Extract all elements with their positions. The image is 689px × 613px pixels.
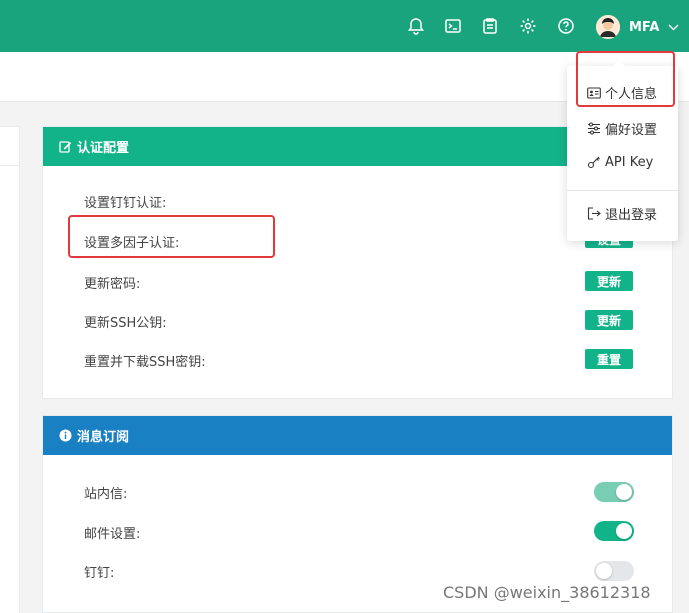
watermark: CSDN @weixin_38612318 [443, 583, 651, 602]
inbox-toggle[interactable] [594, 482, 634, 502]
avatar [596, 15, 620, 39]
left-panel-body [0, 166, 20, 613]
update-ssh-key-button[interactable]: 更新 [585, 310, 633, 330]
menu-item-logout[interactable]: 退出登录 [587, 204, 657, 223]
gear-icon[interactable] [518, 16, 538, 36]
menu-item-preferences[interactable]: 偏好设置 [587, 119, 657, 138]
subscription-header: 消息订阅 [43, 416, 672, 455]
bell-icon[interactable] [406, 16, 426, 36]
left-panel-edge [0, 126, 20, 166]
chevron-down-icon [668, 20, 679, 35]
terminal-icon[interactable] [443, 16, 463, 36]
menu-item-api-key[interactable]: API Key [587, 155, 653, 170]
subscription-row-label: 钉钉: [84, 566, 115, 581]
reset-ssh-key-button[interactable]: 重置 [585, 349, 633, 369]
menu-item-label: 退出登录 [605, 208, 658, 223]
user-name: MFA [629, 19, 660, 35]
logout-icon [587, 207, 601, 221]
email-toggle[interactable] [594, 521, 634, 541]
auth-row-label: 设置钉钉认证: [84, 196, 167, 211]
help-icon[interactable] [556, 16, 576, 36]
subscription-row-label: 邮件设置: [84, 527, 141, 542]
auth-row-label: 更新SSH公钥: [84, 316, 167, 331]
top-navbar: MFA [0, 0, 689, 52]
info-icon [59, 429, 72, 442]
dingtalk-toggle[interactable] [594, 561, 634, 581]
subscription-title: 消息订阅 [77, 430, 130, 445]
menu-item-label: API Key [605, 155, 654, 170]
menu-item-label: 偏好设置 [605, 123, 658, 138]
subscription-row-label: 站内信: [84, 487, 128, 502]
auth-row-label: 重置并下载SSH密钥: [84, 355, 206, 370]
auth-config-title: 认证配置 [77, 141, 130, 156]
highlight-box-profile [576, 51, 675, 107]
update-password-button[interactable]: 更新 [585, 271, 633, 291]
menu-divider [567, 190, 678, 191]
clipboard-icon[interactable] [480, 16, 500, 36]
auth-row-label: 更新密码: [84, 277, 141, 292]
highlight-box-mfa [68, 215, 275, 258]
key-icon [587, 156, 601, 170]
user-menu-toggle[interactable]: MFA [596, 14, 679, 40]
sliders-icon [587, 122, 601, 136]
edit-icon [59, 140, 72, 153]
